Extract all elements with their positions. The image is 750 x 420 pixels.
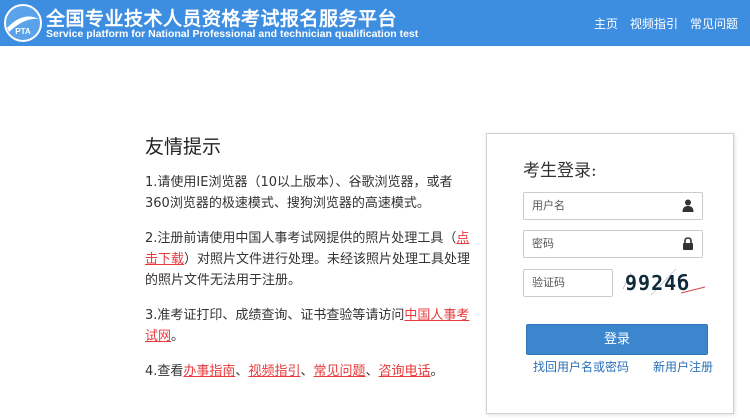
nav-video-guide-link[interactable]: 视频指引	[630, 15, 678, 32]
tip-3-text-pre: 3.准考证打印、成绩查询、证书查验等请访问	[145, 308, 405, 323]
tip-4-sep: 、	[235, 364, 249, 379]
login-panel: 考生登录: 9924б 登录 找回用户名或密码 新用户注册	[486, 133, 734, 414]
captcha-field-box	[523, 269, 613, 297]
username-field-box	[523, 192, 703, 220]
user-icon	[682, 199, 694, 212]
captcha-image[interactable]: 9924б	[621, 267, 707, 299]
password-input[interactable]	[524, 231, 672, 255]
login-links: 找回用户名或密码 新用户注册	[533, 358, 713, 375]
nav-home-link[interactable]: 主页	[594, 15, 618, 32]
video-guide-link[interactable]: 视频指引	[248, 364, 300, 379]
tip-4-sep: 、	[300, 364, 314, 379]
username-input[interactable]	[524, 193, 672, 217]
tip-2-text-post: ）对照片文件进行处理。未经该照片处理工具处理的照片文件无法用于注册。	[145, 252, 471, 288]
site-title: 全国专业技术人员资格考试报名服务平台	[46, 8, 398, 30]
header-bar: PTA 全国专业技术人员资格考试报名服务平台 Service platform …	[0, 0, 750, 46]
top-nav: 主页 视频指引 常见问题	[594, 15, 738, 32]
tip-item-1: 1.请使用IE浏览器（10以上版本）、谷歌浏览器，或者360浏览器的极速模式、搜…	[145, 172, 475, 214]
tips-title: 友情提示	[145, 136, 222, 158]
tip-3-text-post: 。	[171, 329, 185, 344]
tip-4-sep: 、	[365, 364, 379, 379]
tips-panel: 友情提示 1.请使用IE浏览器（10以上版本）、谷歌浏览器，或者360浏览器的极…	[145, 132, 475, 396]
password-field-box	[523, 230, 703, 258]
hotline-link[interactable]: 咨询电话	[379, 364, 431, 379]
tip-item-3: 3.准考证打印、成绩查询、证书查验等请访问中国人事考试网。	[145, 305, 475, 347]
logo-text: PTA	[15, 27, 31, 36]
lock-icon	[683, 237, 693, 250]
faq-link[interactable]: 常见问题	[313, 364, 365, 379]
captcha-code: 9924б	[625, 271, 691, 295]
forgot-password-link[interactable]: 找回用户名或密码	[533, 358, 629, 375]
register-link[interactable]: 新用户注册	[653, 358, 713, 375]
tip-4-text-post: 。	[430, 364, 444, 379]
tip-2-text-pre: 2.注册前请使用中国人事考试网提供的照片处理工具（	[145, 231, 457, 246]
login-button[interactable]: 登录	[526, 324, 708, 355]
tip-4-text-pre: 4.查看	[145, 364, 184, 379]
pta-logo-icon: PTA	[4, 4, 42, 42]
tip-item-4: 4.查看办事指南、视频指引、常见问题、咨询电话。	[145, 361, 475, 382]
service-guide-link[interactable]: 办事指南	[183, 364, 235, 379]
site-subtitle: Service platform for National Profession…	[46, 28, 419, 40]
tip-item-2: 2.注册前请使用中国人事考试网提供的照片处理工具（点击下载）对照片文件进行处理。…	[145, 228, 475, 291]
tip-1-text: 1.请使用IE浏览器（10以上版本）、谷歌浏览器，或者360浏览器的极速模式、搜…	[145, 175, 453, 211]
captcha-input[interactable]	[524, 270, 612, 294]
login-title: 考生登录:	[523, 161, 597, 181]
nav-faq-link[interactable]: 常见问题	[690, 15, 738, 32]
